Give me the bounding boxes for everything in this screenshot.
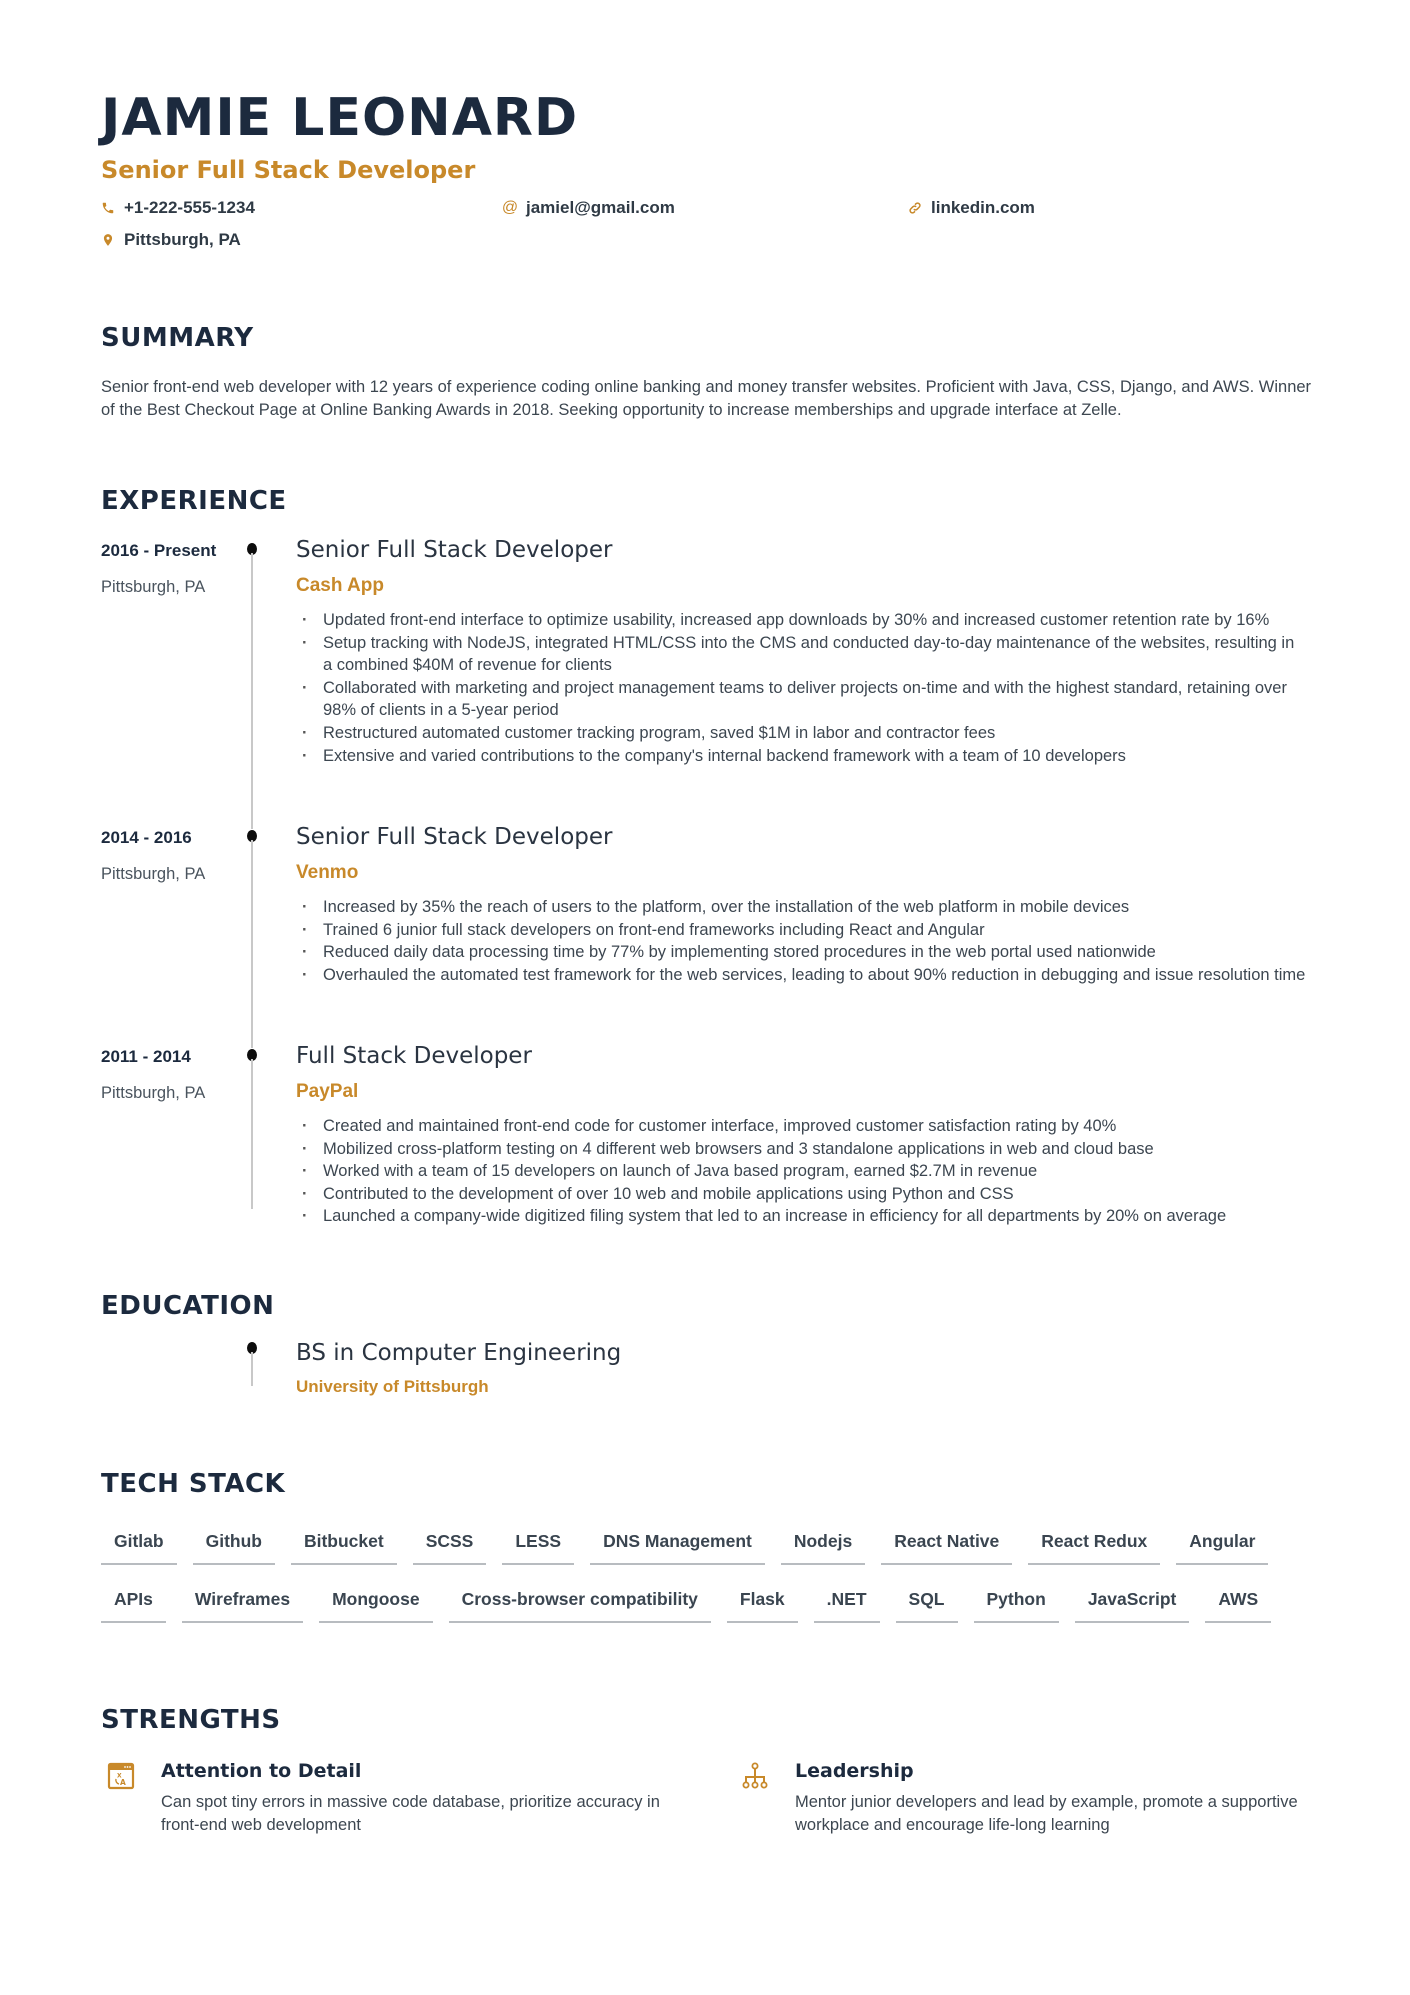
strengths-heading: STRENGTHS [101, 1705, 281, 1735]
job-bullet: Collaborated with marketing and project … [296, 677, 1306, 722]
job-bullets: Increased by 35% the reach of users to t… [296, 896, 1306, 986]
tech-tag: SCSS [412, 1531, 487, 1565]
summary-text: Senior front-end web developer with 12 y… [101, 378, 1312, 419]
tech-tags-row: APIs Wireframes Mongoose Cross-browser c… [101, 1589, 1316, 1623]
link-icon [908, 200, 922, 216]
timeline-line [251, 1059, 253, 1209]
job-bullets: Created and maintained front-end code fo… [296, 1115, 1306, 1228]
tech-tag: Flask [726, 1589, 798, 1623]
job-bullet: Launched a company-wide digitized filing… [296, 1205, 1306, 1228]
job-dates: 2011 - 2014 [101, 1047, 191, 1066]
contact-location: Pittsburgh, PA [101, 230, 241, 250]
job-company: Cash App [296, 575, 384, 596]
job-bullet: Overhauled the automated test framework … [296, 964, 1306, 987]
strength-title: Leadership [795, 1760, 914, 1782]
summary-heading: SUMMARY [101, 323, 254, 353]
tech-tag: Python [973, 1589, 1059, 1623]
tech-tags-row: Gitlab Github Bitbucket SCSS LESS DNS Ma… [101, 1531, 1316, 1565]
tech-tag: Mongoose [319, 1589, 433, 1623]
job-location: Pittsburgh, PA [101, 578, 206, 596]
job-role: Senior Full Stack Developer [296, 824, 613, 850]
strength-description: Mentor junior developers and lead by exa… [795, 1793, 1298, 1834]
job-dates: 2014 - 2016 [101, 828, 192, 847]
linkedin-text[interactable]: linkedin.com [931, 198, 1035, 218]
job-role: Full Stack Developer [296, 1043, 532, 1069]
degree: BS in Computer Engineering [296, 1340, 622, 1366]
strength-title: Attention to Detail [161, 1760, 362, 1782]
candidate-title: Senior Full Stack Developer [101, 156, 476, 184]
svg-text:A: A [120, 1778, 126, 1787]
tech-tag: Gitlab [101, 1531, 177, 1565]
education-item: BS in Computer Engineering University of… [101, 1340, 901, 1400]
tech-tag: Cross-browser compatibility [448, 1589, 711, 1623]
strength-description: Can spot tiny errors in massive code dat… [161, 1793, 660, 1834]
job-bullet: Mobilized cross-platform testing on 4 di… [296, 1138, 1306, 1161]
contact-email: @ jamiel@gmail.com [501, 198, 675, 218]
phone-text[interactable]: +1-222-555-1234 [124, 198, 255, 218]
experience-heading: EXPERIENCE [101, 486, 287, 516]
tech-tag: Nodejs [780, 1531, 866, 1565]
candidate-name: JAMIE LEONARD [101, 88, 579, 148]
tech-tag: LESS [502, 1531, 575, 1565]
job-bullet: Trained 6 junior full stack developers o… [296, 919, 1306, 942]
tech-tag: .NET [813, 1589, 880, 1623]
job-bullet: Increased by 35% the reach of users to t… [296, 896, 1306, 919]
hierarchy-icon [742, 1762, 768, 1789]
timeline-line [251, 840, 253, 1048]
job-location: Pittsburgh, PA [101, 865, 206, 883]
school: University of Pittsburgh [296, 1377, 489, 1396]
job-role: Senior Full Stack Developer [296, 537, 613, 563]
tech-stack-heading: TECH STACK [101, 1469, 286, 1499]
job-bullet: Setup tracking with NodeJS, integrated H… [296, 632, 1306, 677]
job-dates: 2016 - Present [101, 541, 217, 560]
contact-phone: +1-222-555-1234 [101, 198, 255, 218]
tech-tag: Angular [1176, 1531, 1269, 1565]
job-bullet: Created and maintained front-end code fo… [296, 1115, 1306, 1138]
job-bullet: Restructured automated customer tracking… [296, 722, 1306, 745]
job-bullet: Worked with a team of 15 developers on l… [296, 1160, 1306, 1183]
tech-tag: Wireframes [181, 1589, 304, 1623]
contact-linkedin: linkedin.com [908, 198, 1035, 218]
job-bullets: Updated front-end interface to optimize … [296, 609, 1306, 767]
job-bullet: Contributed to the development of over 1… [296, 1183, 1306, 1206]
job-bullet: Extensive and varied contributions to th… [296, 745, 1306, 768]
tech-tag: React Redux [1028, 1531, 1161, 1565]
tech-tag: JavaScript [1074, 1589, 1190, 1623]
education-heading: EDUCATION [101, 1291, 275, 1321]
tech-tag: AWS [1205, 1589, 1272, 1623]
tech-tag: APIs [101, 1589, 166, 1623]
tech-tag: React Native [881, 1531, 1013, 1565]
timeline-line [251, 553, 253, 829]
at-sign-icon: @ [501, 199, 519, 216]
location-pin-icon [101, 232, 115, 248]
job-location: Pittsburgh, PA [101, 1084, 206, 1102]
tech-tag: Bitbucket [290, 1531, 397, 1565]
tech-tag: Github [192, 1531, 275, 1565]
tech-tag: SQL [895, 1589, 958, 1623]
location-text: Pittsburgh, PA [124, 230, 241, 249]
email-text[interactable]: jamiel@gmail.com [526, 198, 675, 218]
timeline-line [251, 1352, 253, 1386]
phone-icon [101, 200, 115, 216]
job-bullet: Updated front-end interface to optimize … [296, 609, 1306, 632]
job-company: Venmo [296, 862, 359, 883]
job-company: PayPal [296, 1081, 359, 1102]
job-bullet: Reduced daily data processing time by 77… [296, 941, 1306, 964]
tech-tag: DNS Management [590, 1531, 765, 1565]
translate-window-icon: X A [107, 1762, 135, 1790]
